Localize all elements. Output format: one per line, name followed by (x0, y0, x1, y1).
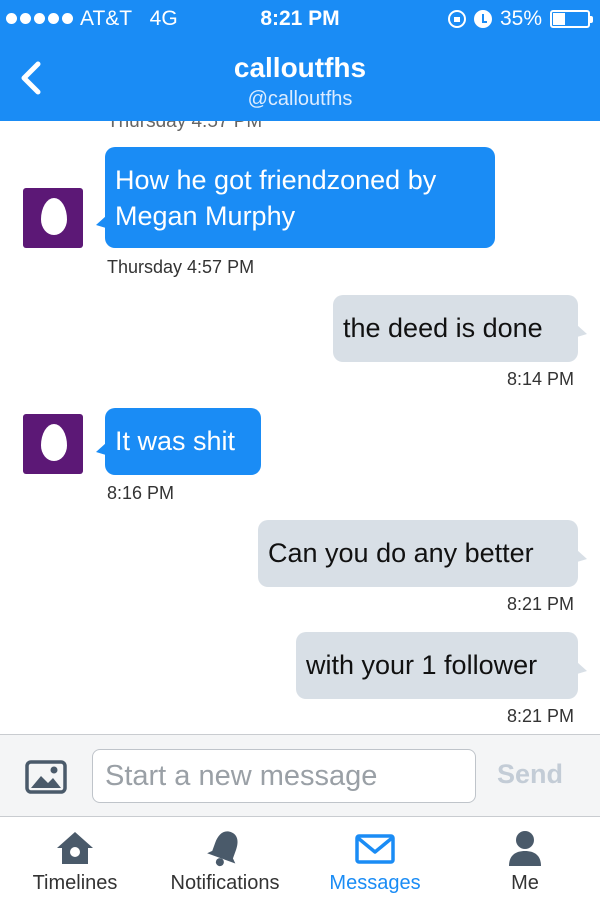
battery-icon (550, 10, 593, 28)
egg-avatar-icon (41, 198, 67, 235)
tab-notifications[interactable]: Notifications (160, 817, 290, 900)
message-bubble-outgoing[interactable]: with your 1 follower (296, 632, 587, 699)
message-timestamp: 8:16 PM (107, 483, 175, 503)
message-thread[interactable]: Thursday 4:57 PM How he got friendzoned … (0, 121, 600, 734)
message-text: the deed is done (343, 313, 543, 343)
conversation-title[interactable]: calloutfhs (0, 52, 600, 84)
send-button[interactable]: Send (497, 759, 563, 790)
tab-messages[interactable]: Messages (320, 817, 430, 900)
message-bubble-outgoing[interactable]: the deed is done (333, 295, 587, 362)
tab-label: Notifications (170, 872, 280, 894)
message-timestamp: 8:21 PM (507, 594, 575, 614)
message-text: It was shit (115, 426, 236, 456)
status-indicators: 35% (447, 7, 593, 31)
message-bubble-outgoing[interactable]: Can you do any better (258, 520, 587, 587)
app-header: AT&T 4G 8:21 PM 35% calloutfhs @calloutf… (0, 0, 600, 121)
sender-avatar[interactable] (23, 414, 83, 474)
message-text-line: How he got friendzoned by (115, 165, 437, 195)
battery-percent: 35% (499, 7, 542, 30)
bell-icon (207, 831, 238, 867)
sender-avatar[interactable] (23, 188, 83, 248)
photo-icon[interactable] (25, 760, 67, 794)
tab-me[interactable]: Me (480, 817, 570, 900)
person-icon (509, 831, 541, 866)
message-timestamp: Thursday 4:57 PM (107, 257, 255, 277)
message-timestamp: 8:14 PM (507, 369, 575, 389)
tab-label: Timelines (32, 872, 118, 894)
rotation-lock-icon (447, 10, 466, 28)
tab-label: Me (511, 872, 539, 894)
message-bubble-incoming[interactable]: It was shit (96, 408, 261, 475)
egg-avatar-icon (41, 424, 67, 461)
tab-timelines[interactable]: Timelines (20, 817, 130, 900)
cutoff-timestamp: Thursday 4:57 PM (107, 121, 263, 132)
conversation-handle: @calloutfhs (247, 88, 353, 110)
home-icon (57, 832, 93, 864)
message-input[interactable] (92, 749, 476, 803)
message-composer: Send (0, 734, 600, 817)
message-text-line: Megan Murphy (115, 201, 296, 231)
envelope-icon (355, 834, 395, 864)
tab-label: Messages (329, 872, 421, 894)
message-text: Can you do any better (268, 538, 534, 568)
message-timestamp: 8:21 PM (507, 706, 575, 726)
message-text: with your 1 follower (306, 650, 538, 680)
alarm-icon (473, 10, 492, 28)
message-bubble-incoming[interactable]: How he got friendzoned by Megan Murphy (96, 147, 495, 248)
status-bar: AT&T 4G 8:21 PM 35% (0, 0, 600, 40)
tab-bar: Timelines Notifications Messages Me (0, 817, 600, 900)
